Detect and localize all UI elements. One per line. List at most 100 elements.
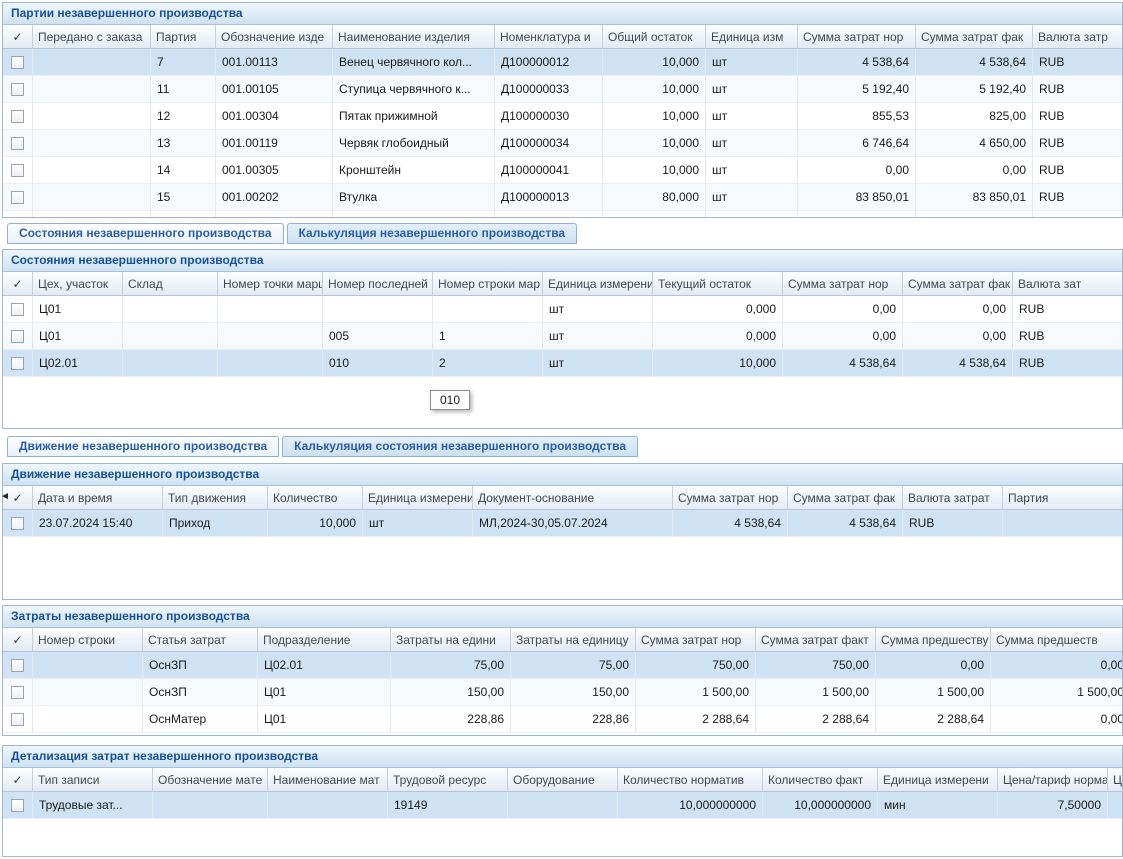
column-header[interactable]: Количество норматив [618, 768, 763, 792]
table-cell[interactable]: 150,00 [391, 679, 511, 706]
table-cell[interactable]: 7 [151, 49, 216, 76]
row-checkbox-cell[interactable] [3, 323, 33, 350]
table-cell[interactable]: шт [706, 49, 798, 76]
column-header[interactable]: Сумма предшеству [876, 628, 991, 652]
row-checkbox[interactable] [11, 83, 24, 96]
table-cell[interactable]: 0,00 [783, 296, 903, 323]
table-cell[interactable]: Ц01 [258, 679, 391, 706]
column-header[interactable]: Сумма затрат нор [673, 486, 788, 510]
table-cell[interactable]: 001.00119 [216, 130, 333, 157]
table-cell[interactable]: шт [706, 103, 798, 130]
table-cell[interactable]: RUB [1033, 157, 1122, 184]
row-checkbox-cell[interactable] [3, 296, 33, 323]
row-checkbox[interactable] [11, 191, 24, 204]
table-cell[interactable]: Ц01 [33, 296, 123, 323]
table-cell[interactable]: Д100000041 [495, 157, 603, 184]
column-header[interactable]: Сумма затрат нор [798, 25, 916, 49]
table-cell[interactable]: Венец червячного кол... [333, 49, 495, 76]
table-cell[interactable]: 7,50000 [998, 792, 1108, 819]
table-cell[interactable]: шт [706, 130, 798, 157]
column-header[interactable]: Количество факт [763, 768, 878, 792]
table-cell[interactable]: 4 538,64 [916, 49, 1033, 76]
table-cell[interactable] [1003, 510, 1122, 537]
tab-wip-state-calculation[interactable]: Калькуляция состояния незавершенного про… [282, 436, 638, 457]
table-cell[interactable]: 2 288,64 [756, 706, 876, 733]
table-cell[interactable]: Ц01 [33, 323, 123, 350]
table-row[interactable]: Ц02.010102шт10,0004 538,644 538,64RUB [3, 350, 1122, 377]
table-cell[interactable]: 825,00 [916, 103, 1033, 130]
table-row[interactable]: 7001.00113Венец червячного кол...Д100000… [3, 49, 1122, 76]
table-cell[interactable]: Крепление фланцевое [333, 211, 495, 217]
select-all-header[interactable]: ✓ [3, 628, 33, 652]
table-cell[interactable]: 0,000 [653, 296, 783, 323]
table-cell[interactable]: 21 [151, 211, 216, 217]
table-cell[interactable]: 23.07.2024 15:40 [33, 510, 163, 537]
select-all-header[interactable]: ✓ [3, 768, 33, 792]
table-cell[interactable]: 2 048,00 [798, 211, 916, 217]
table-cell[interactable]: 005 [323, 323, 433, 350]
row-checkbox-cell[interactable] [3, 706, 33, 733]
column-header[interactable]: Цех, участок [33, 272, 123, 296]
table-cell[interactable]: 001.00113 [216, 49, 333, 76]
column-header[interactable]: Сумма затрат факт [756, 628, 876, 652]
column-header[interactable]: Склад [123, 272, 218, 296]
collapse-left-icon[interactable]: ◄ [0, 492, 10, 502]
table-cell[interactable]: Пятак прижимной [333, 103, 495, 130]
table-cell[interactable] [123, 296, 218, 323]
table-cell[interactable]: 10,000 [603, 103, 706, 130]
row-checkbox-cell[interactable] [3, 510, 33, 537]
table-cell[interactable]: 10,000 [653, 350, 783, 377]
table-cell[interactable]: 0,00 [798, 157, 916, 184]
table-cell[interactable] [218, 350, 323, 377]
table-cell[interactable]: Червяк глобоидный [333, 130, 495, 157]
column-header[interactable]: Валюта затрат [903, 486, 1003, 510]
table-cell[interactable]: 2 288,64 [636, 706, 756, 733]
table-cell[interactable] [33, 211, 151, 217]
column-header[interactable]: Затраты на едини [391, 628, 511, 652]
table-cell[interactable] [33, 184, 151, 211]
table-cell[interactable]: 75,00 [511, 652, 636, 679]
table-row[interactable]: Ц01шт0,0000,000,00RUB [3, 296, 1122, 323]
column-header[interactable]: Номенклатура и [495, 25, 603, 49]
row-checkbox-cell[interactable] [3, 184, 33, 211]
column-header[interactable]: Сумма предшеств [991, 628, 1122, 652]
table-cell[interactable]: 4 650,00 [916, 130, 1033, 157]
table-cell[interactable] [33, 76, 151, 103]
row-checkbox-cell[interactable] [3, 130, 33, 157]
table-cell[interactable]: 12 [151, 103, 216, 130]
table-cell[interactable]: шт [543, 350, 653, 377]
table-cell[interactable] [123, 350, 218, 377]
table-row[interactable]: 21001.00401Крепление фланцевоеД100000018… [3, 211, 1122, 217]
table-cell[interactable]: МЛ,2024-30,05.07.2024 [473, 510, 673, 537]
table-cell[interactable]: 11 [151, 76, 216, 103]
table-cell[interactable] [33, 49, 151, 76]
table-cell[interactable]: шт [706, 76, 798, 103]
table-cell[interactable]: Кронштейн [333, 157, 495, 184]
table-cell[interactable]: 10,000 [603, 49, 706, 76]
column-header[interactable]: Сумма затрат нор [783, 272, 903, 296]
row-checkbox[interactable] [11, 517, 24, 530]
select-all-header[interactable]: ✓ [3, 25, 33, 49]
table-cell[interactable]: 001.00401 [216, 211, 333, 217]
column-header[interactable]: Партия [1003, 486, 1122, 510]
column-header[interactable]: Сумма затрат фак [788, 486, 903, 510]
table-row[interactable]: 11001.00105Ступица червячного к...Д10000… [3, 76, 1122, 103]
column-header[interactable]: Сумма затрат нор [636, 628, 756, 652]
tab-wip-calculation[interactable]: Калькуляция незавершенного производства [287, 223, 578, 244]
table-cell[interactable]: Ц02.01 [258, 652, 391, 679]
table-row[interactable]: 13001.00119Червяк глобоидныйД10000003410… [3, 130, 1122, 157]
table-cell[interactable] [153, 792, 268, 819]
column-header[interactable]: Сумма затрат фак [916, 25, 1033, 49]
row-checkbox-cell[interactable] [3, 792, 33, 819]
table-cell[interactable]: 1 500,00 [876, 679, 991, 706]
table-cell[interactable]: 5 192,40 [916, 76, 1033, 103]
column-header[interactable]: Единица изм [706, 25, 798, 49]
column-header[interactable]: Дата и время [33, 486, 163, 510]
table-cell[interactable]: 10,000000000 [618, 792, 763, 819]
table-cell[interactable]: 0,00 [783, 323, 903, 350]
table-cell[interactable]: Втулка [333, 184, 495, 211]
column-header[interactable]: Цена/тариф норма [998, 768, 1108, 792]
table-cell[interactable]: 4 538,64 [903, 350, 1013, 377]
table-cell[interactable] [123, 323, 218, 350]
table-cell[interactable]: ОснМатер [143, 706, 258, 733]
